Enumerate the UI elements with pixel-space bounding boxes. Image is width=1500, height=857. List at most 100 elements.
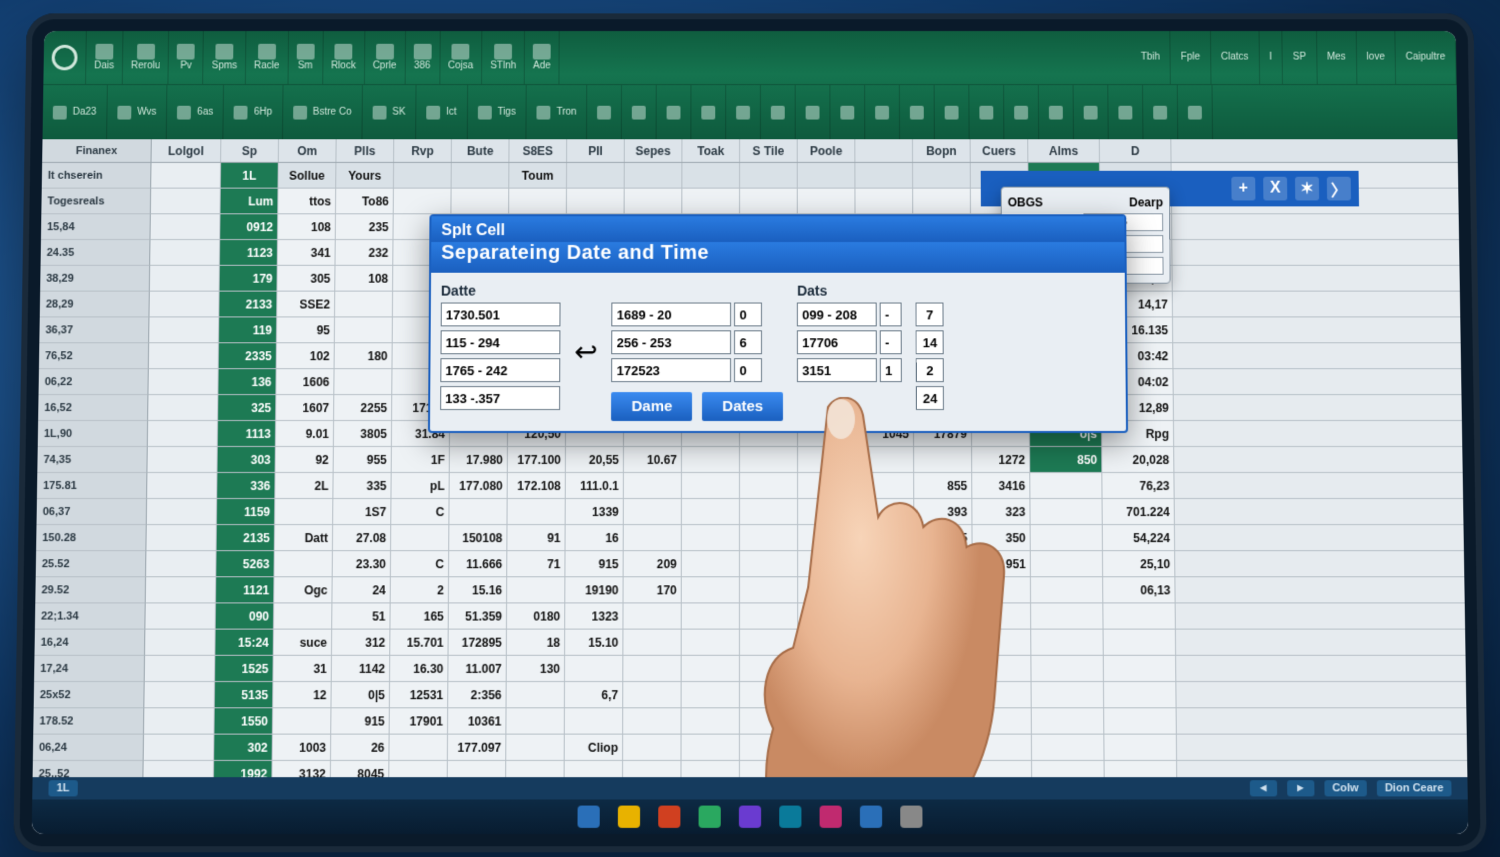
- cell[interactable]: 76,23: [1102, 472, 1174, 497]
- cell[interactable]: 25,10: [1103, 551, 1175, 576]
- cell[interactable]: [391, 525, 449, 550]
- cell[interactable]: 95: [277, 317, 335, 342]
- t2[interactable]: [916, 358, 944, 382]
- cell[interactable]: [149, 291, 219, 316]
- cell[interactable]: [623, 734, 681, 759]
- cell[interactable]: [147, 472, 217, 497]
- cell[interactable]: Ogc: [274, 577, 332, 602]
- status-dion[interactable]: Dion Ceare: [1377, 780, 1452, 796]
- cell[interactable]: [144, 682, 215, 707]
- column-header[interactable]: Cuers: [971, 139, 1029, 162]
- ribbon-tab-Clatcs[interactable]: Clatcs: [1211, 31, 1260, 84]
- taskbar-icon[interactable]: [779, 805, 801, 827]
- cell[interactable]: [623, 655, 681, 680]
- cell[interactable]: [394, 188, 452, 213]
- column-header[interactable]: Rvp: [394, 139, 452, 162]
- cell[interactable]: 16: [566, 525, 624, 550]
- row-header[interactable]: It chserein: [42, 162, 152, 188]
- c3-1[interactable]: [797, 330, 877, 354]
- cell[interactable]: [1031, 551, 1103, 576]
- date-input-3[interactable]: [440, 386, 560, 410]
- cell[interactable]: [148, 421, 218, 446]
- ribbon-button[interactable]: [1039, 85, 1074, 139]
- cell[interactable]: [856, 525, 914, 550]
- cell[interactable]: [623, 603, 681, 628]
- cell[interactable]: 12: [273, 682, 332, 707]
- cell[interactable]: [857, 655, 915, 680]
- cell[interactable]: 26: [331, 734, 390, 759]
- toolbar-plus-icon[interactable]: +: [1231, 176, 1255, 200]
- cell[interactable]: [740, 188, 798, 213]
- cell[interactable]: 130: [507, 655, 565, 680]
- cell[interactable]: [145, 655, 216, 680]
- ribbon-6as[interactable]: 6as: [167, 85, 224, 139]
- cell[interactable]: 1525: [215, 655, 274, 680]
- ribbon-tab-Mes[interactable]: Mes: [1317, 31, 1357, 84]
- ribbon-Cprle[interactable]: Cprle: [365, 31, 406, 84]
- cell[interactable]: Yours: [336, 162, 394, 187]
- cell[interactable]: [798, 603, 856, 628]
- cell[interactable]: To86: [336, 188, 394, 213]
- row-header[interactable]: 28,29: [40, 291, 150, 317]
- row-header[interactable]: 06,22: [39, 369, 149, 395]
- cell[interactable]: 209: [624, 551, 682, 576]
- cell[interactable]: [151, 162, 221, 187]
- cell[interactable]: Datt: [275, 525, 333, 550]
- cell[interactable]: [624, 499, 682, 524]
- cell[interactable]: 1113: [218, 421, 276, 446]
- cell[interactable]: 136: [218, 369, 276, 394]
- ribbon-tab-Caipultre[interactable]: Caipultre: [1395, 31, 1456, 84]
- cell[interactable]: [565, 708, 623, 733]
- ribbon-tab-I[interactable]: I: [1259, 31, 1283, 84]
- cell[interactable]: [682, 682, 740, 707]
- c2s-0[interactable]: [735, 302, 763, 326]
- cell[interactable]: [740, 708, 798, 733]
- cell[interactable]: 11.666: [449, 551, 507, 576]
- cell[interactable]: [798, 708, 856, 733]
- cell[interactable]: [798, 682, 856, 707]
- cell[interactable]: [682, 472, 740, 497]
- cell[interactable]: C: [391, 499, 449, 524]
- cell[interactable]: 9.01: [276, 421, 334, 446]
- cell[interactable]: [915, 629, 973, 654]
- cell[interactable]: 3416: [972, 472, 1030, 497]
- cell[interactable]: [915, 655, 973, 680]
- cell[interactable]: [740, 655, 798, 680]
- cell[interactable]: 15:24: [215, 629, 274, 654]
- column-header[interactable]: Sepes: [625, 139, 683, 162]
- cell[interactable]: [914, 551, 972, 576]
- date-input-1[interactable]: [441, 330, 561, 354]
- cell[interactable]: 915: [565, 551, 623, 576]
- t0[interactable]: [916, 302, 944, 326]
- cell[interactable]: 235: [336, 214, 394, 239]
- cell[interactable]: [973, 655, 1031, 680]
- cell[interactable]: 1003: [273, 734, 332, 759]
- cell[interactable]: 1S7: [333, 499, 391, 524]
- cell[interactable]: [682, 629, 740, 654]
- cell[interactable]: [506, 708, 564, 733]
- row-header[interactable]: 178.52: [33, 708, 144, 734]
- cell[interactable]: [856, 472, 914, 497]
- cell[interactable]: SSE2: [277, 291, 335, 316]
- cell[interactable]: [973, 603, 1031, 628]
- cell[interactable]: [682, 162, 740, 187]
- row-header[interactable]: 15,84: [41, 214, 151, 240]
- c3-2[interactable]: [797, 358, 877, 382]
- row-header[interactable]: 36,37: [39, 317, 149, 343]
- cell[interactable]: 10.67: [624, 446, 682, 471]
- ribbon-386[interactable]: 386: [405, 31, 440, 84]
- ribbon-button[interactable]: [900, 85, 935, 139]
- cell[interactable]: [146, 525, 216, 550]
- cell[interactable]: [857, 708, 915, 733]
- cell[interactable]: [150, 214, 220, 239]
- ribbon-Ade[interactable]: Ade: [525, 31, 560, 84]
- cell[interactable]: 1142: [332, 655, 391, 680]
- column-header[interactable]: Poole: [798, 139, 856, 162]
- ribbon-Racle[interactable]: Racle: [246, 31, 289, 84]
- cell[interactable]: 0180: [507, 603, 565, 628]
- cell[interactable]: [389, 734, 448, 759]
- cell[interactable]: [682, 525, 740, 550]
- cell[interactable]: [682, 577, 740, 602]
- cell[interactable]: 111.0.1: [566, 472, 624, 497]
- cell[interactable]: [507, 499, 565, 524]
